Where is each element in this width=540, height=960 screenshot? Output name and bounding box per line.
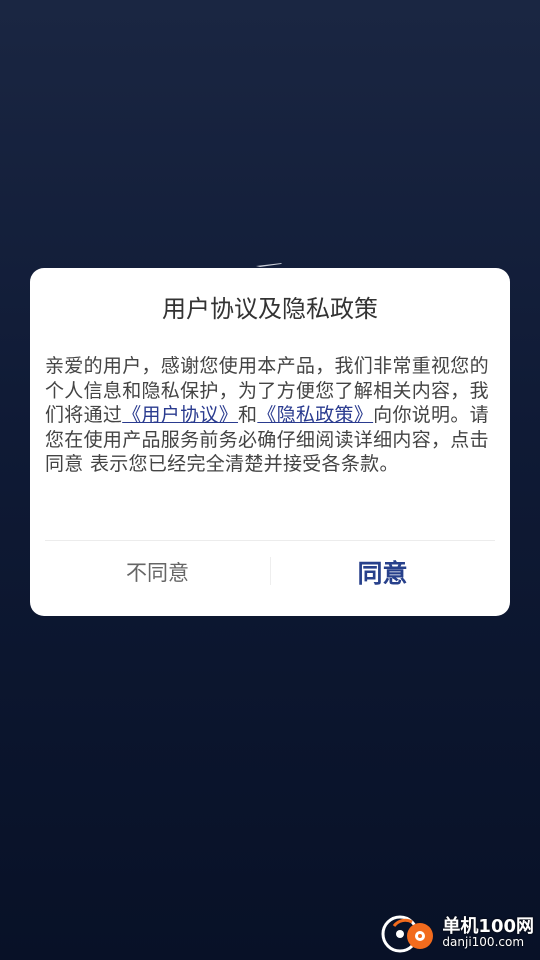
- disagree-button[interactable]: 不同意: [45, 541, 270, 603]
- dialog-title: 用户协议及隐私政策: [162, 295, 378, 323]
- watermark-name: 单机100网: [442, 915, 534, 937]
- dialog-body: 亲爱的用户，感谢您使用本产品，我们非常重视您的个人信息和隐私保护，为了方便您了解…: [45, 354, 491, 477]
- body-and-text: 和: [238, 404, 258, 426]
- user-agreement-link[interactable]: 《用户协议》: [122, 404, 238, 426]
- privacy-dialog: 用户协议及隐私政策 亲爱的用户，感谢您使用本产品，我们非常重视您的个人信息和隐私…: [30, 268, 510, 616]
- watermark-url: danji100.com: [442, 935, 525, 950]
- watermark: 单机100网 danji100.com: [380, 910, 534, 956]
- danji-logo-icon: [381, 915, 434, 953]
- agree-button[interactable]: 同意: [270, 541, 495, 603]
- privacy-policy-link[interactable]: 《隐私政策》: [257, 404, 373, 426]
